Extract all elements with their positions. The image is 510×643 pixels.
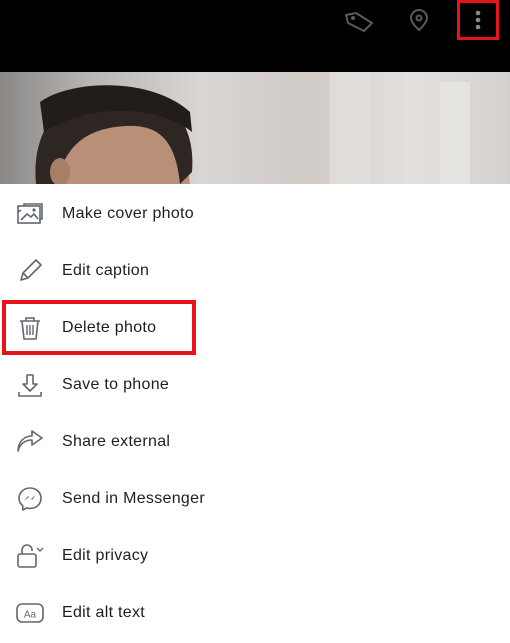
tag-button[interactable] [340, 0, 378, 42]
menu-item-edit-caption[interactable]: Edit caption [0, 243, 510, 299]
menu-item-edit-alt-text[interactable]: Aa Edit alt text [0, 585, 510, 641]
menu-item-make-cover-photo[interactable]: Make cover photo [0, 186, 510, 242]
menu-item-label: Delete photo [62, 319, 157, 336]
menu-item-label: Save to phone [62, 376, 170, 393]
menu-item-send-in-messenger[interactable]: Send in Messenger [0, 471, 510, 527]
more-options-button[interactable] [457, 0, 499, 40]
menu-item-share-external[interactable]: Share external [0, 414, 510, 470]
location-button[interactable] [404, 0, 434, 42]
menu-item-label: Send in Messenger [62, 490, 205, 507]
download-icon [14, 371, 46, 399]
menu-item-label: Edit caption [62, 262, 150, 279]
menu-item-label: Make cover photo [62, 205, 194, 222]
photo-preview[interactable] [0, 72, 510, 184]
messenger-icon [14, 485, 46, 513]
privacy-lock-icon [14, 542, 46, 570]
location-pin-icon [409, 9, 429, 32]
svg-text:Aa: Aa [24, 610, 37, 621]
menu-item-edit-privacy[interactable]: Edit privacy [0, 528, 510, 584]
pencil-icon [14, 257, 46, 285]
menu-item-label: Share external [62, 433, 171, 450]
menu-item-delete-photo[interactable]: Delete photo [0, 300, 510, 356]
more-vertical-icon [475, 10, 481, 30]
cover-photo-icon [14, 200, 46, 228]
menu-item-save-to-phone[interactable]: Save to phone [0, 357, 510, 413]
alt-text-icon: Aa [14, 599, 46, 627]
photo-options-menu: Make cover photo Edit caption Delete pho… [0, 184, 510, 643]
top-bar [0, 0, 510, 72]
menu-item-label: Edit alt text [62, 604, 146, 621]
share-arrow-icon [14, 428, 46, 456]
tag-icon [345, 12, 373, 32]
profile-photo [34, 72, 470, 184]
menu-item-label: Edit privacy [62, 547, 149, 564]
trash-icon [14, 314, 46, 342]
